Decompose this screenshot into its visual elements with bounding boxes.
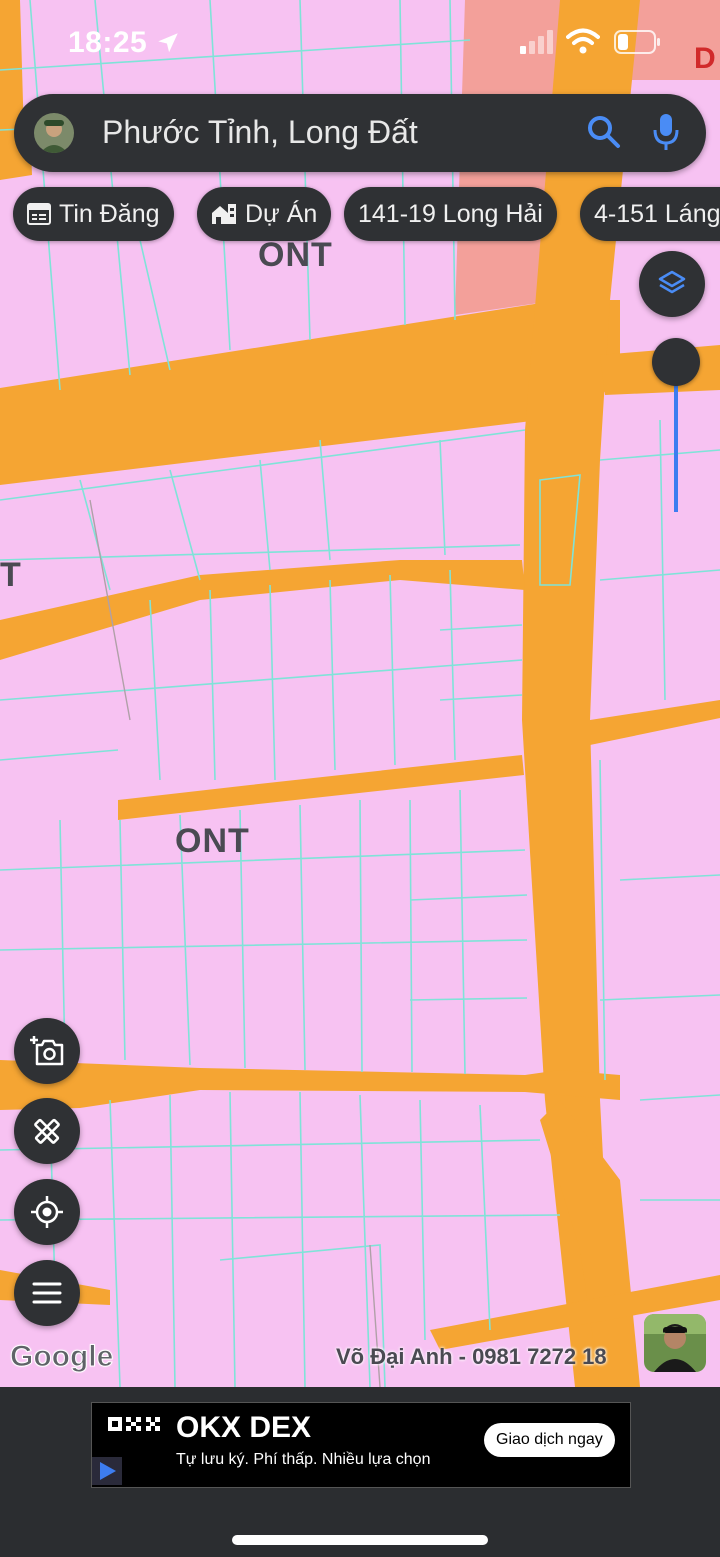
zone-label-ont-center: ONT — [175, 822, 250, 860]
okx-logo-icon — [108, 1417, 160, 1431]
microphone-icon[interactable] — [652, 112, 680, 152]
zone-label-partial: T — [0, 556, 22, 594]
status-bar: 18:25 — [0, 0, 720, 86]
my-location-button[interactable] — [14, 1179, 80, 1245]
layers-button[interactable] — [639, 251, 705, 317]
profile-avatar[interactable] — [34, 113, 74, 153]
status-time: 18:25 — [68, 26, 148, 59]
google-attribution: Google — [9, 1340, 114, 1374]
chip-label: 4-151 Láng — [594, 199, 720, 228]
cellular-signal-icon — [520, 30, 553, 54]
search-query[interactable]: Phước Tỉnh, Long Đất — [102, 114, 418, 151]
opacity-slider-handle[interactable] — [652, 338, 700, 386]
home-indicator[interactable] — [232, 1535, 488, 1545]
ad-choices-icon[interactable] — [92, 1457, 122, 1485]
measure-tools-button[interactable] — [14, 1098, 80, 1164]
camera-add-icon — [30, 1036, 64, 1066]
layers-icon — [658, 270, 686, 294]
search-icon[interactable] — [586, 114, 622, 150]
ruler-tools-icon — [34, 1118, 60, 1144]
menu-button[interactable] — [14, 1260, 80, 1326]
chip-du-an[interactable]: Dự Án — [197, 187, 332, 241]
add-photo-button[interactable] — [14, 1018, 80, 1084]
building-icon — [212, 204, 236, 224]
chip-label: Tin Đăng — [59, 199, 160, 228]
search-bar[interactable]: Phước Tỉnh, Long Đất — [14, 94, 706, 172]
chip-lang[interactable]: 4-151 Láng — [580, 187, 720, 241]
ad-title: OKX DEX — [176, 1411, 312, 1444]
contact-watermark: Võ Đại Anh - 0981 7272 18 — [336, 1344, 607, 1369]
opacity-slider-track[interactable] — [674, 372, 678, 512]
chip-long-hai[interactable]: 141-19 Long Hải — [344, 187, 557, 241]
listing-icon — [27, 203, 51, 225]
wifi-icon — [566, 28, 600, 54]
location-arrow-icon — [158, 33, 178, 53]
agent-avatar[interactable] — [644, 1314, 706, 1372]
chip-label: 141-19 Long Hải — [358, 199, 543, 228]
chip-label: Dự Án — [245, 199, 318, 228]
menu-icon — [32, 1282, 62, 1304]
chip-tin-dang[interactable]: Tin Đăng — [13, 187, 174, 241]
ad-cta-button[interactable]: Giao dịch ngay — [484, 1423, 615, 1457]
battery-icon — [614, 30, 660, 54]
zone-label-ont-top: ONT — [258, 236, 333, 274]
ad-banner[interactable]: OKX DEX Tự lưu ký. Phí thấp. Nhiều lựa c… — [91, 1402, 631, 1488]
ad-subtitle: Tự lưu ký. Phí thấp. Nhiều lựa chọn — [176, 1451, 431, 1468]
my-location-icon — [31, 1196, 63, 1228]
